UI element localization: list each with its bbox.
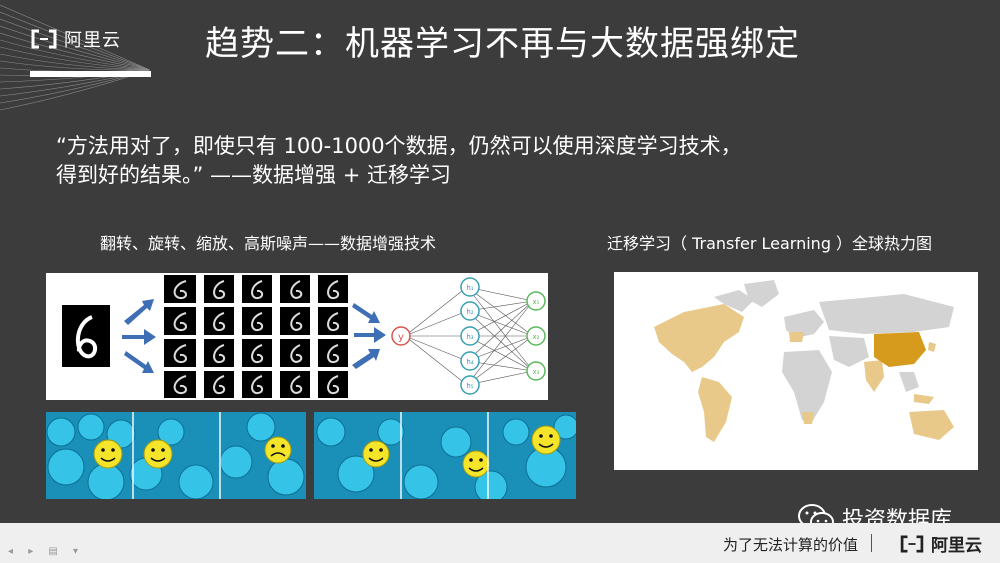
aliyun-logo-icon — [31, 29, 57, 49]
nn-output-label-2: x₂ — [533, 333, 540, 341]
quote-line-1: “方法用对了，即使只有 100-1000个数据，仍然可以使用深度学习技术， — [56, 134, 742, 158]
nn-input-label: y — [398, 332, 404, 343]
footer-bar: 为了无法计算的价值 阿里云 — [0, 523, 1000, 563]
nn-output-label-1: x₁ — [533, 298, 540, 306]
nn-output-label-3: x₃ — [533, 368, 540, 376]
footer-tagline: 为了无法计算的价值 — [722, 536, 858, 554]
nn-hidden-label-3: h₃ — [466, 333, 473, 341]
augmentation-caption: 翻转、旋转、缩放、高斯噪声——数据增强技术 — [100, 234, 437, 253]
world-heatmap — [614, 272, 978, 470]
nn-hidden-label-1: h₁ — [466, 284, 473, 292]
smiley-augmentation-images — [46, 412, 576, 499]
brand-name: 阿里云 — [64, 30, 121, 51]
heatmap-caption: 迁移学习（ Transfer Learning ）全球热力图 — [607, 234, 933, 253]
slide: 阿里云 趋势二：机器学习不再与大数据强绑定 “方法用对了，即使只有 100-10… — [0, 0, 1000, 563]
footer-logo: 阿里云 — [899, 531, 982, 556]
nn-hidden-label-2: h₂ — [466, 308, 473, 316]
title-underline — [30, 71, 151, 77]
footer-divider — [871, 534, 872, 552]
decorative-swirl — [0, 4, 151, 111]
nn-hidden-label-5: h₅ — [466, 382, 473, 390]
page-title: 趋势二：机器学习不再与大数据强绑定 — [205, 24, 800, 64]
slideshow-controls[interactable]: ◂ ▸ ▤ ▾ — [8, 546, 84, 557]
quote-line-2: 得到好的结果。” ——数据增强 + 迁移学习 — [56, 163, 451, 187]
brand-logo: 阿里云 — [30, 26, 121, 52]
nn-hidden-label-4: h₄ — [466, 358, 473, 366]
augmentation-diagram: y h₁ h₂ h₃ h₄ h₅ x₁ x₂ x₃ — [46, 273, 548, 400]
footer-brand: 阿里云 — [931, 536, 982, 556]
aliyun-footer-logo-icon — [900, 534, 924, 553]
quote-text: “方法用对了，即使只有 100-1000个数据，仍然可以使用深度学习技术， 得到… — [56, 132, 936, 190]
